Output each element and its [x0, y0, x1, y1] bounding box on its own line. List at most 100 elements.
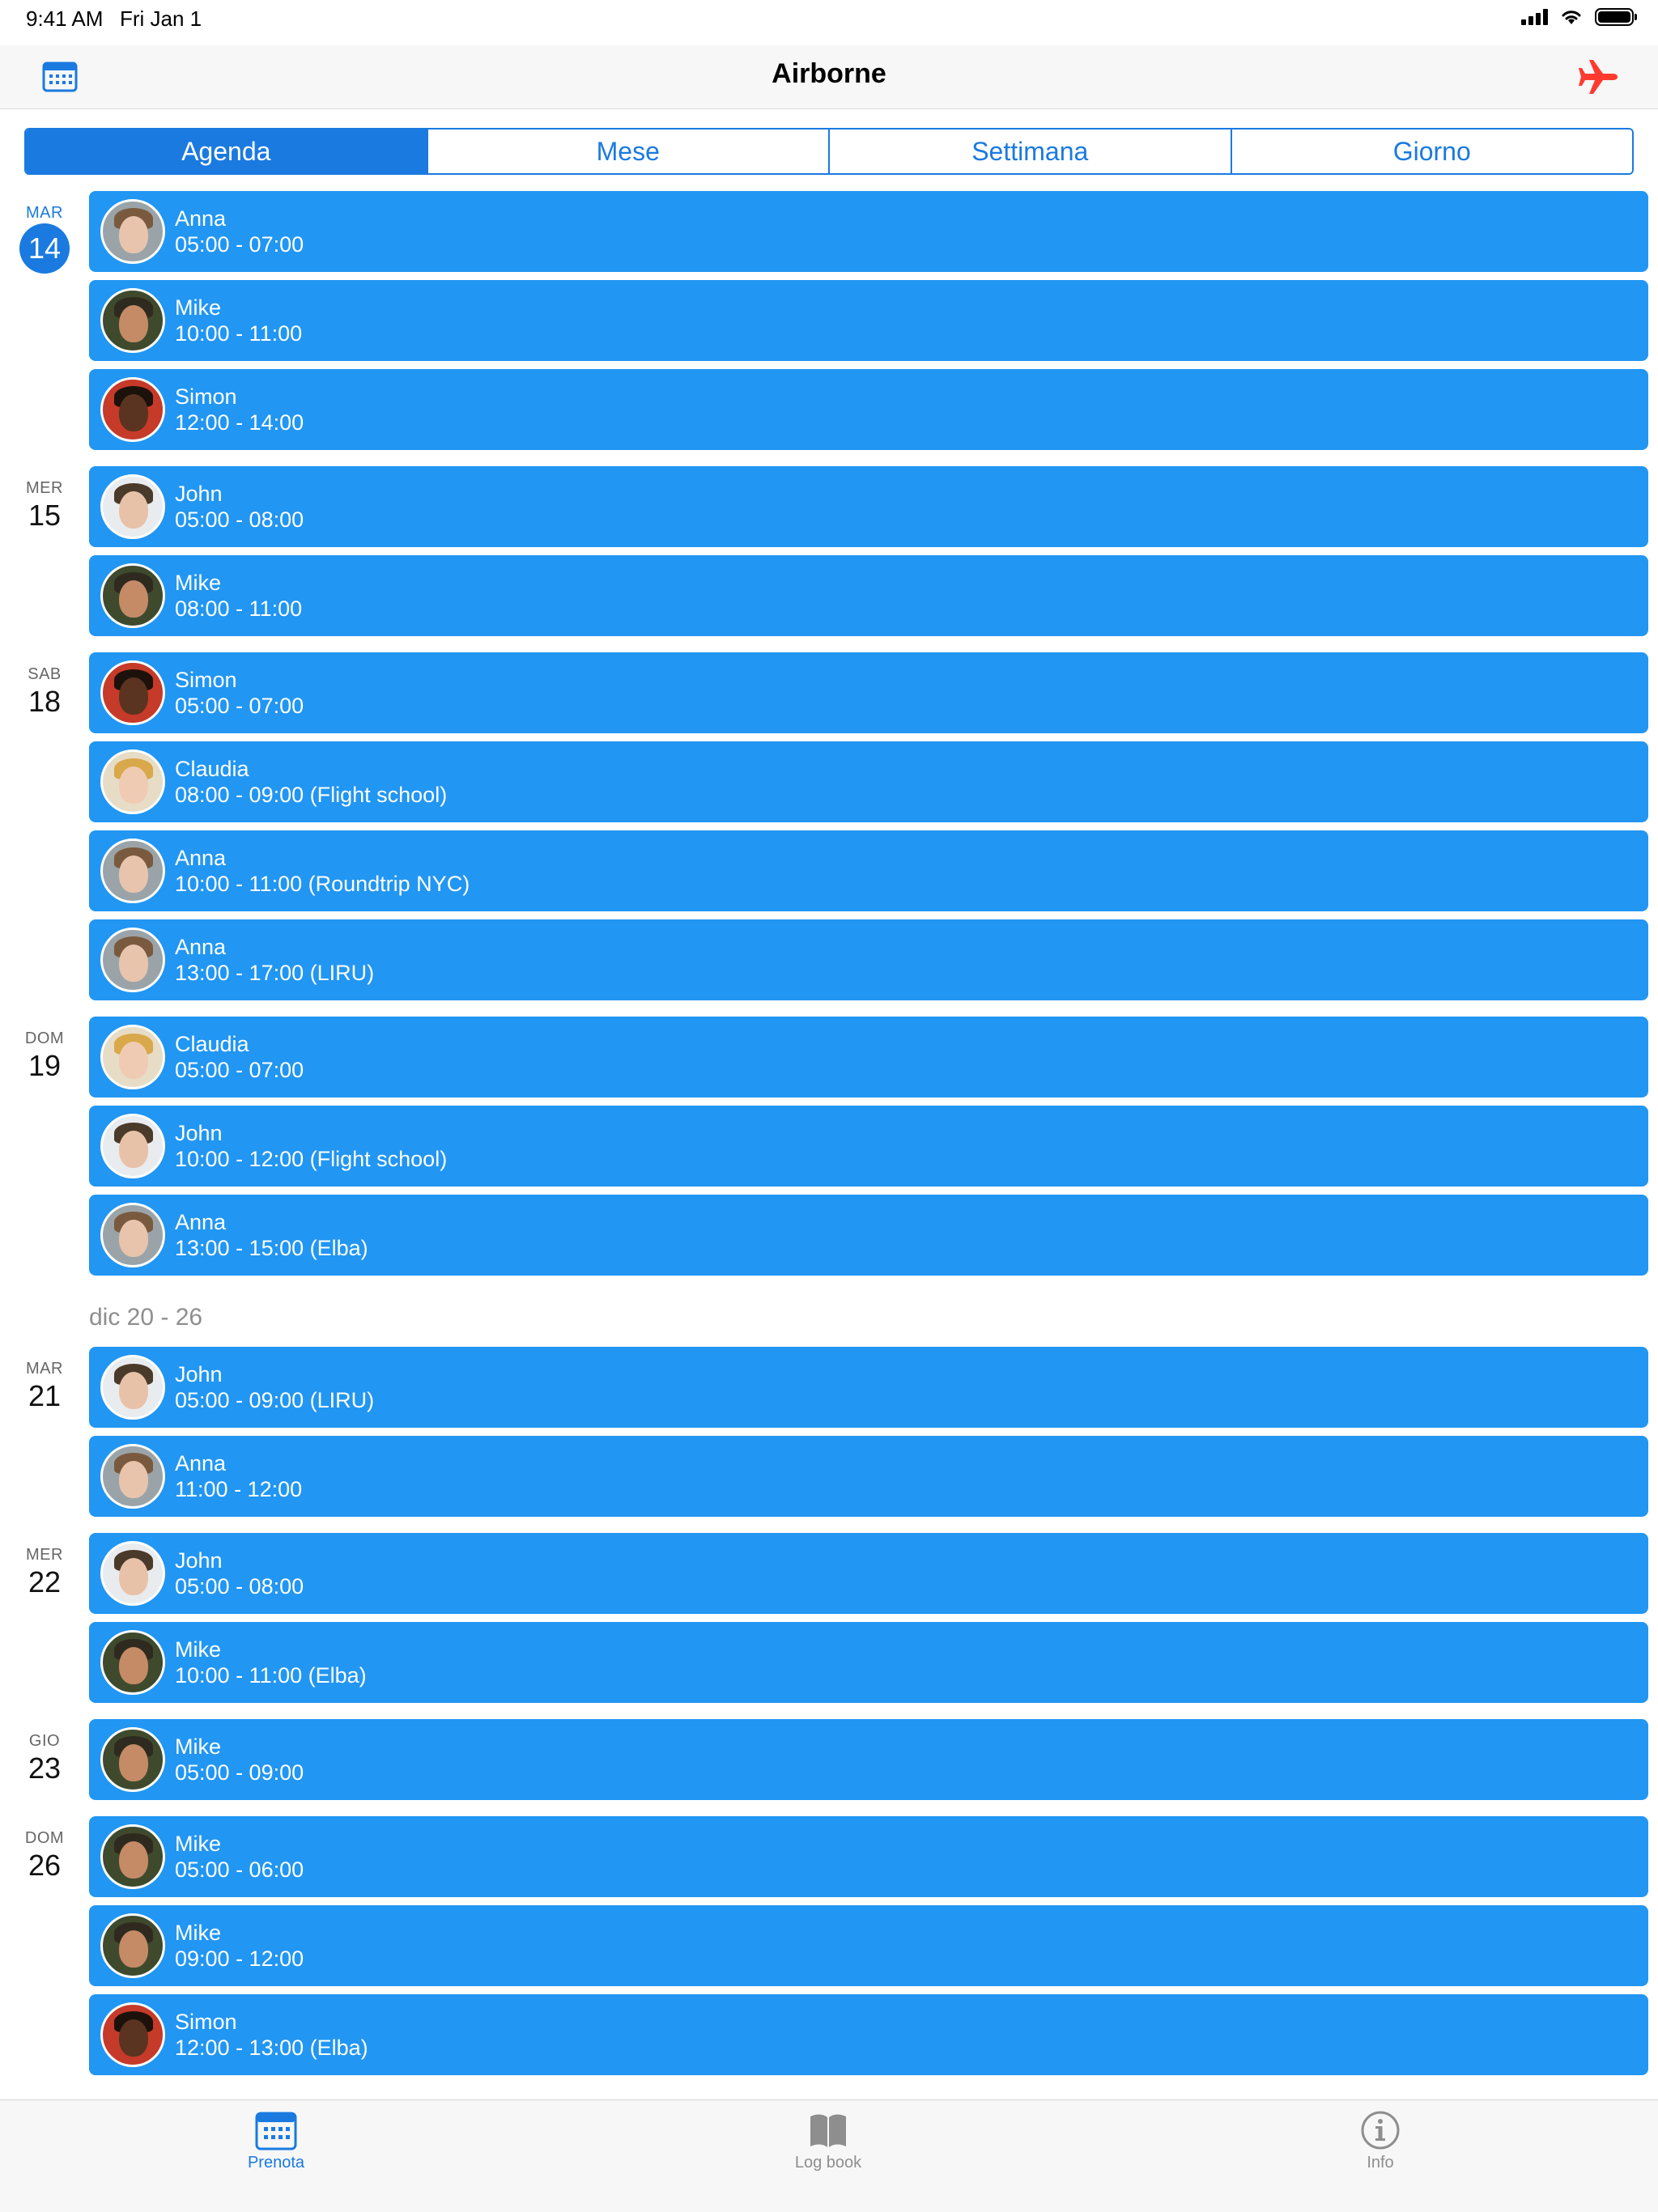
event-list: Anna 05:00 - 07:00 Mike 10:00 - 11:00 Simon 1…	[89, 191, 1658, 458]
event-item[interactable]: Claudia 08:00 - 09:00 (Flight school)	[89, 741, 1648, 822]
event-name: Simon	[175, 384, 237, 409]
event-item[interactable]: Anna 11:00 - 12:00	[89, 1436, 1648, 1517]
day-label: DOM 26	[0, 1816, 89, 2083]
page-title: Airborne	[772, 58, 886, 89]
event-text: Anna 05:00 - 07:00	[175, 206, 304, 257]
event-item[interactable]: Mike 09:00 - 12:00	[89, 1905, 1648, 1986]
tab-bar: Prenota Log book Info	[0, 2099, 1658, 2212]
event-item[interactable]: Mike 10:00 - 11:00	[89, 280, 1648, 361]
segment-agenda[interactable]: Agenda	[26, 129, 427, 173]
tab-log-book[interactable]: Log book	[747, 2100, 909, 2181]
avatar	[100, 928, 165, 992]
day-label: DOM 19	[0, 1017, 89, 1284]
battery-level	[1598, 11, 1630, 23]
avatar	[100, 377, 165, 442]
event-text: Simon 12:00 - 14:00	[175, 384, 304, 435]
tab-prenota[interactable]: Prenota	[195, 2100, 357, 2181]
event-name: Simon	[175, 668, 237, 692]
event-time: 05:00 - 09:00	[175, 1760, 304, 1785]
airplane-icon	[1579, 60, 1618, 94]
event-item[interactable]: Mike 10:00 - 11:00 (Elba)	[89, 1622, 1648, 1703]
event-time: 05:00 - 07:00	[175, 694, 304, 718]
event-time: 11:00 - 12:00	[175, 1477, 303, 1501]
day-weekday: GIO	[28, 1732, 61, 1750]
segment-settimana[interactable]: Settimana	[828, 129, 1231, 173]
event-text: Anna 13:00 - 15:00 (Elba)	[175, 1209, 368, 1261]
calendar-icon	[255, 2112, 297, 2150]
cellular-signal-icon	[1521, 9, 1548, 25]
event-text: John 05:00 - 09:00 (LIRU)	[175, 1361, 374, 1413]
agenda-list: MAR 14 Anna 05:00 - 07:00 Mike 10:00 - 11:00 S…	[0, 191, 1658, 2091]
day-label: GIO 23	[0, 1719, 89, 1808]
event-item[interactable]: Anna 10:00 - 11:00 (Roundtrip NYC)	[89, 830, 1648, 911]
day-weekday: SAB	[28, 665, 62, 683]
event-name: Simon	[175, 2010, 237, 2034]
info-icon	[1361, 2111, 1400, 2150]
event-item[interactable]: Claudia 05:00 - 07:00	[89, 1017, 1648, 1098]
tab-label: Log book	[794, 2154, 862, 2172]
week-header: dic 20 - 26	[89, 1304, 203, 1331]
day-group: DOM 19 Claudia 05:00 - 07:00 John 10:00 - 12:…	[0, 1017, 1658, 1284]
event-time: 05:00 - 08:00	[175, 1574, 304, 1598]
event-list: John 05:00 - 08:00 Mike 10:00 - 11:00 (Elba…	[89, 1533, 1658, 1711]
event-name: Mike	[175, 1832, 222, 1856]
event-item[interactable]: Simon 05:00 - 07:00	[89, 652, 1648, 733]
event-time: 10:00 - 11:00	[175, 321, 303, 346]
event-item[interactable]: Simon 12:00 - 14:00	[89, 369, 1648, 450]
avatar	[100, 288, 165, 353]
event-time: 10:00 - 11:00 (Roundtrip NYC)	[175, 872, 470, 896]
event-time: 09:00 - 12:00	[175, 1947, 304, 1971]
status-bar: 9:41 AM Fri Jan 1	[0, 0, 1658, 45]
event-item[interactable]: Anna 05:00 - 07:00	[89, 191, 1648, 272]
avatar	[100, 1541, 165, 1606]
event-name: Mike	[175, 295, 222, 320]
book-icon	[810, 2114, 846, 2147]
event-time: 05:00 - 07:00	[175, 1058, 304, 1082]
airplane-button[interactable]	[1577, 57, 1619, 97]
event-item[interactable]: Anna 13:00 - 15:00 (Elba)	[89, 1195, 1648, 1276]
avatar	[100, 749, 165, 814]
event-item[interactable]: John 05:00 - 08:00	[89, 1533, 1648, 1614]
avatar	[100, 660, 165, 725]
event-name: Anna	[175, 935, 227, 959]
event-name: Anna	[175, 1451, 227, 1475]
tab-info[interactable]: Info	[1299, 2100, 1461, 2181]
day-group: MAR 14 Anna 05:00 - 07:00 Mike 10:00 - 11:00 S…	[0, 191, 1658, 458]
event-item[interactable]: Simon 12:00 - 13:00 (Elba)	[89, 1994, 1648, 2075]
event-item[interactable]: Anna 13:00 - 17:00 (LIRU)	[89, 919, 1648, 1000]
event-text: Anna 10:00 - 11:00 (Roundtrip NYC)	[175, 845, 470, 897]
event-item[interactable]: John 10:00 - 12:00 (Flight school)	[89, 1106, 1648, 1187]
avatar	[100, 1355, 165, 1420]
day-group: MER 15 John 05:00 - 08:00 Mike 08:00 - 11:00	[0, 466, 1658, 644]
event-time: 13:00 - 15:00 (Elba)	[175, 1236, 368, 1260]
event-list: Simon 05:00 - 07:00 Claudia 08:00 - 09:00 (…	[89, 652, 1658, 1008]
avatar	[100, 2002, 165, 2067]
event-item[interactable]: Mike 05:00 - 06:00	[89, 1816, 1648, 1897]
day-number: 26	[28, 1849, 62, 1882]
day-group: MER 22 John 05:00 - 08:00 Mike 10:00 - 11:00 …	[0, 1533, 1658, 1711]
day-number: 23	[28, 1751, 62, 1785]
event-name: John	[175, 1121, 223, 1145]
event-item[interactable]: Mike 08:00 - 11:00	[89, 555, 1648, 636]
event-time: 13:00 - 17:00 (LIRU)	[175, 961, 375, 985]
avatar	[100, 1630, 165, 1695]
segment-giorno[interactable]: Giorno	[1230, 129, 1632, 173]
status-icons	[1521, 8, 1637, 26]
event-item[interactable]: John 05:00 - 09:00 (LIRU)	[89, 1347, 1648, 1428]
event-item[interactable]: John 05:00 - 08:00	[89, 466, 1648, 547]
day-group: DOM 26 Mike 05:00 - 06:00 Mike 09:00 - 12:00 S…	[0, 1816, 1658, 2083]
event-time: 12:00 - 14:00	[175, 410, 304, 435]
tab-label: Prenota	[247, 2154, 305, 2172]
avatar	[100, 1727, 165, 1792]
event-name: Mike	[175, 571, 222, 595]
event-name: Mike	[175, 1734, 222, 1759]
event-item[interactable]: Mike 05:00 - 09:00	[89, 1719, 1648, 1800]
day-number: 22	[28, 1565, 62, 1598]
event-time: 05:00 - 06:00	[175, 1857, 304, 1882]
event-text: Anna 13:00 - 17:00 (LIRU)	[175, 934, 374, 986]
event-text: John 10:00 - 12:00 (Flight school)	[175, 1120, 447, 1172]
day-weekday: DOM	[24, 1829, 65, 1847]
avatar	[100, 474, 165, 539]
avatar	[100, 1913, 165, 1978]
segment-mese[interactable]: Mese	[426, 129, 828, 173]
